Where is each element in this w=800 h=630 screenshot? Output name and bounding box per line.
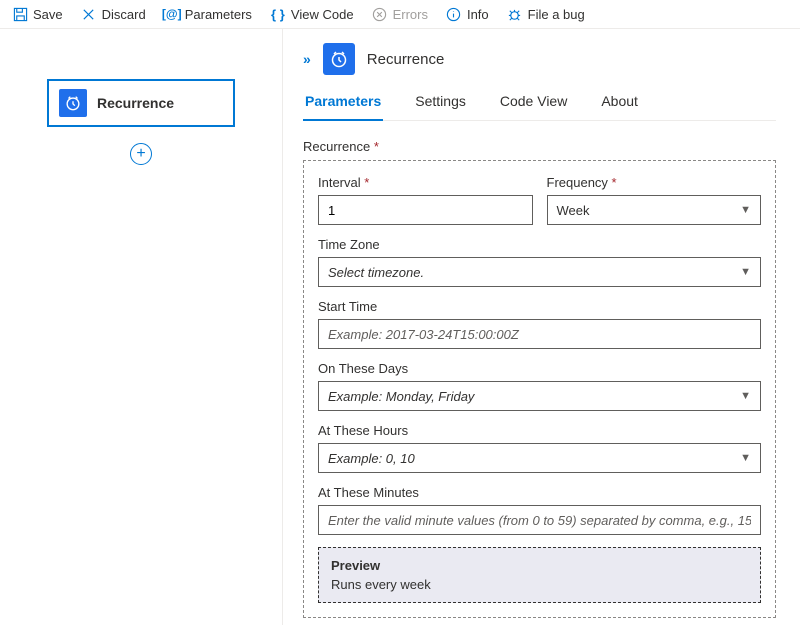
tab-code-view[interactable]: Code View [498,93,569,120]
minutes-label: At These Minutes [318,485,761,500]
chevron-down-icon: ▼ [740,390,751,402]
preview-box: Preview Runs every week [318,547,761,603]
start-time-label: Start Time [318,299,761,314]
frequency-value: Week [557,203,590,218]
view-code-button[interactable]: { } View Code [270,6,354,22]
view-code-label: View Code [291,7,354,22]
preview-text: Runs every week [331,577,748,592]
days-placeholder: Example: Monday, Friday [328,389,474,404]
preview-title: Preview [331,558,748,573]
file-bug-label: File a bug [528,7,585,22]
file-bug-button[interactable]: File a bug [507,6,585,22]
chevron-down-icon: ▼ [740,452,751,464]
parameters-icon: [@] [164,6,180,22]
recurrence-group: Interval * Frequency * Week ▼ Time Zone … [303,160,776,618]
tab-parameters[interactable]: Parameters [303,93,383,121]
start-time-input[interactable] [318,319,761,349]
days-label: On These Days [318,361,761,376]
frequency-select[interactable]: Week ▼ [547,195,762,225]
braces-icon: { } [270,6,286,22]
timezone-label: Time Zone [318,237,761,252]
save-label: Save [33,7,63,22]
add-step-button[interactable]: + [130,143,152,165]
toolbar: Save Discard [@] Parameters { } View Cod… [0,0,800,29]
parameters-label: Parameters [185,7,252,22]
frequency-label: Frequency * [547,175,762,190]
tab-about[interactable]: About [599,93,640,120]
discard-icon [81,6,97,22]
parameters-button[interactable]: [@] Parameters [164,6,252,22]
errors-icon [372,6,388,22]
required-marker: * [374,139,379,154]
days-select[interactable]: Example: Monday, Friday ▼ [318,381,761,411]
collapse-icon[interactable]: » [303,51,311,67]
panel-icon [323,43,355,75]
recurrence-node[interactable]: Recurrence [47,79,235,127]
interval-input[interactable] [318,195,533,225]
discard-button[interactable]: Discard [81,6,146,22]
info-button[interactable]: Info [446,6,489,22]
node-title: Recurrence [97,95,174,111]
bug-icon [507,6,523,22]
recurrence-node-icon [59,89,87,117]
section-label: Recurrence * [303,139,776,154]
minutes-input[interactable] [318,505,761,535]
errors-button: Errors [372,6,428,22]
hours-placeholder: Example: 0, 10 [328,451,415,466]
hours-select[interactable]: Example: 0, 10 ▼ [318,443,761,473]
tab-settings[interactable]: Settings [413,93,468,120]
save-icon [12,6,28,22]
discard-label: Discard [102,7,146,22]
info-icon [446,6,462,22]
interval-label: Interval * [318,175,533,190]
timezone-placeholder: Select timezone. [328,265,424,280]
save-button[interactable]: Save [12,6,63,22]
errors-label: Errors [393,7,428,22]
properties-panel: » Recurrence Parameters Settings Code Vi… [283,29,800,625]
tabs: Parameters Settings Code View About [303,93,776,121]
timezone-select[interactable]: Select timezone. ▼ [318,257,761,287]
plus-icon: + [136,145,145,163]
main: Recurrence + » Recurrence Parameters Set… [0,29,800,625]
chevron-down-icon: ▼ [740,204,751,216]
info-label: Info [467,7,489,22]
canvas: Recurrence + [0,29,283,625]
chevron-down-icon: ▼ [740,266,751,278]
panel-title: Recurrence [367,51,445,68]
panel-header: » Recurrence [303,43,776,75]
hours-label: At These Hours [318,423,761,438]
